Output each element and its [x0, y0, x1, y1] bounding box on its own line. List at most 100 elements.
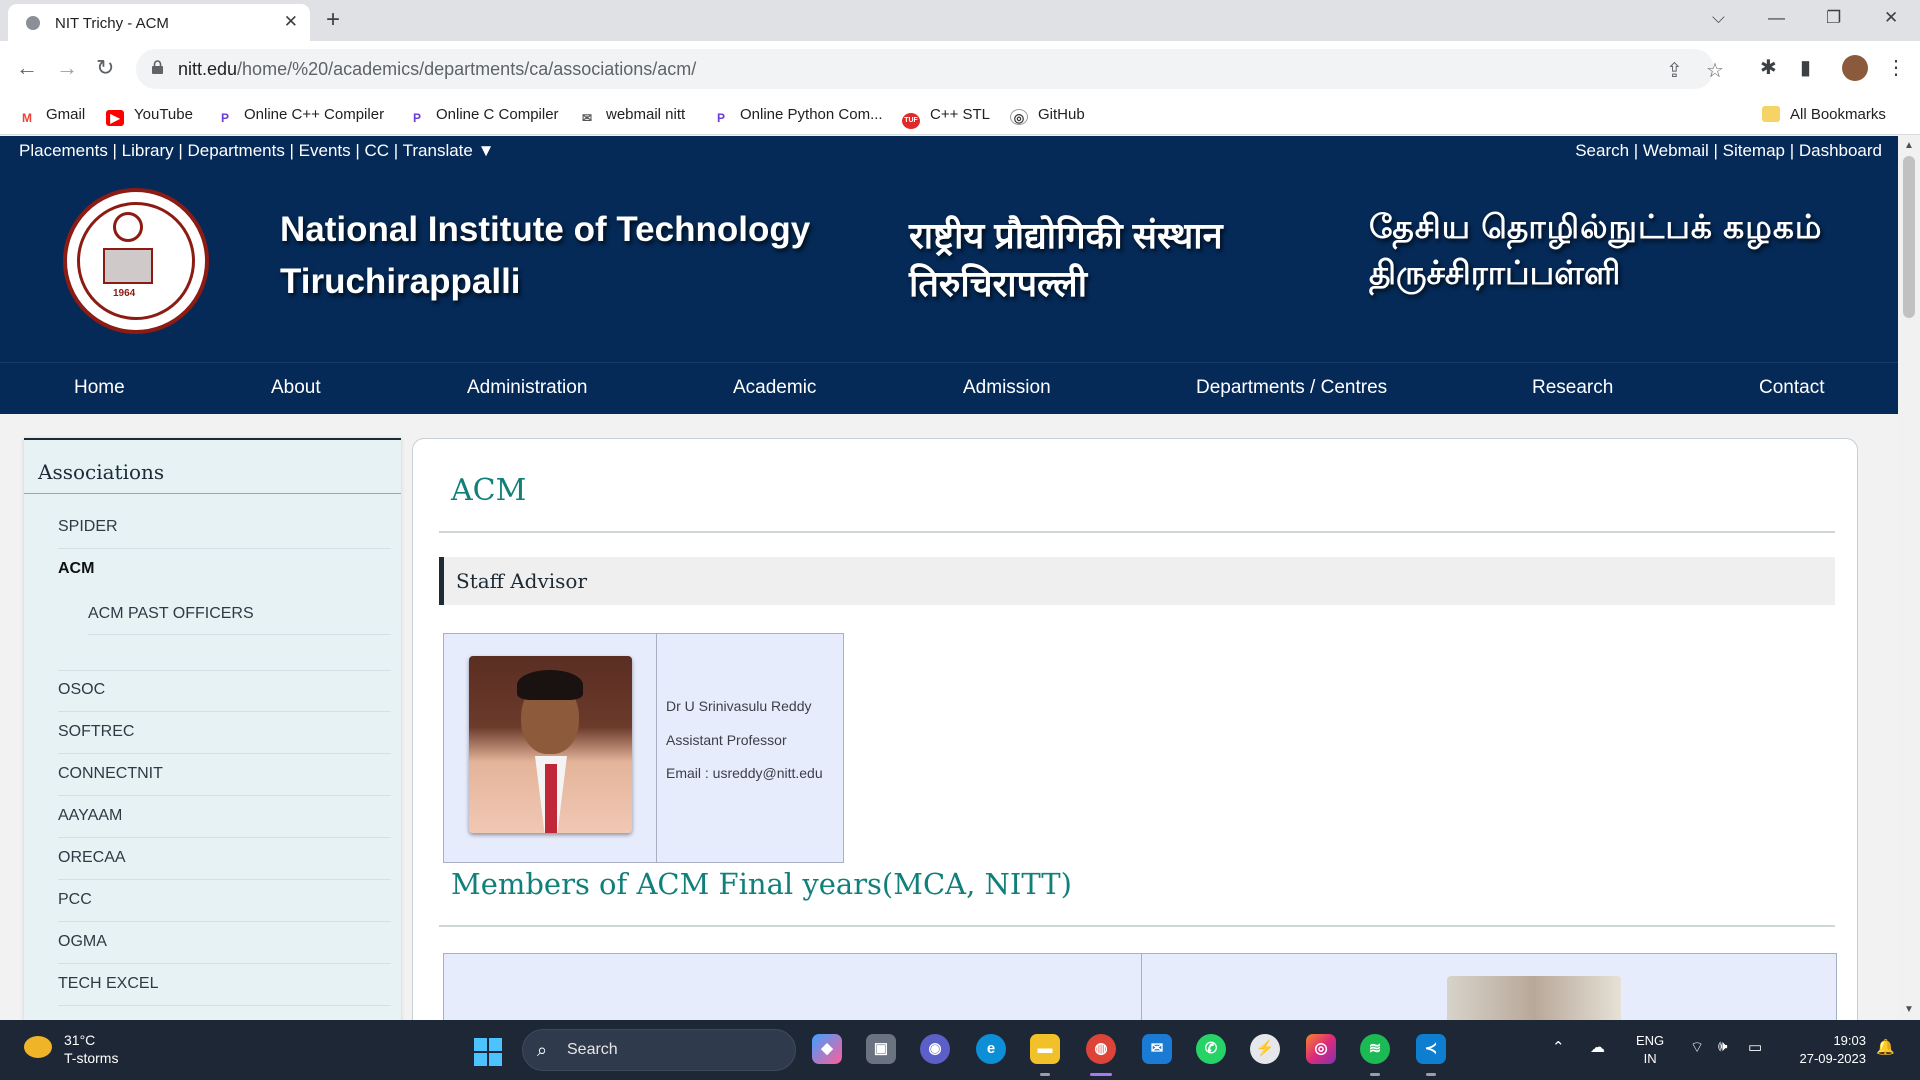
bookmark-webmail-nitt[interactable]: ✉ webmail nitt	[578, 106, 685, 126]
compiler-icon: P	[216, 110, 234, 126]
institute-name-hi-2: तिरुचिरापल्ली	[909, 263, 1088, 304]
browser-tab[interactable]: NIT Trichy - ACM ✕	[8, 4, 310, 41]
copilot-icon[interactable]: ◆	[812, 1034, 842, 1064]
sidebar-item-connectnit[interactable]: CONNECTNIT	[58, 765, 163, 783]
tab-favicon-icon	[26, 16, 40, 30]
content-panel: ACM Staff Advisor Dr U Srinivasulu Reddy…	[412, 438, 1858, 1020]
mail-icon[interactable]: ✉	[1142, 1034, 1172, 1064]
taskbar-search[interactable]: ⌕ Search	[522, 1029, 796, 1071]
bookmark-gmail[interactable]: M Gmail	[18, 106, 85, 126]
sidebar-item-aayaam[interactable]: AAYAAM	[58, 807, 122, 825]
members-heading: Members of ACM Final years(MCA, NITT)	[451, 867, 1072, 901]
address-bar[interactable]: nitt.edu/home/%20/academics/departments/…	[136, 49, 1724, 89]
chrome-icon[interactable]: ◍	[1086, 1034, 1116, 1064]
nav-research[interactable]: Research	[1532, 377, 1613, 399]
nav-departments-centres[interactable]: Departments / Centres	[1196, 377, 1387, 399]
messenger-icon[interactable]: ⚡	[1250, 1034, 1280, 1064]
sidebar-item-spider[interactable]: SPIDER	[58, 518, 118, 536]
nav-home[interactable]: Home	[74, 377, 125, 399]
file-explorer-icon[interactable]: ▬	[1030, 1034, 1060, 1064]
taskbar-search-label: Search	[567, 1041, 618, 1058]
sidebar-item-softrec[interactable]: SOFTREC	[58, 723, 134, 741]
spotify-icon[interactable]: ≋	[1360, 1034, 1390, 1064]
tab-search-chevron-icon[interactable]: ⌵	[1712, 8, 1725, 28]
windows-start-icon[interactable]	[474, 1038, 502, 1066]
site-header: 1964 National Institute of Technology Ti…	[0, 166, 1898, 362]
advisor-designation: Assistant Professor	[666, 732, 787, 748]
page-scrollbar[interactable]: ▲ ▼	[1898, 136, 1920, 1020]
nav-contact[interactable]: Contact	[1759, 377, 1824, 399]
webmail-icon: ✉	[578, 110, 596, 126]
nav-academic[interactable]: Academic	[733, 377, 816, 399]
bookmark-youtube[interactable]: ▶ YouTube	[106, 106, 193, 126]
extensions-icon[interactable]: ✱	[1760, 55, 1777, 80]
nit-seal-logo[interactable]: 1964	[63, 188, 209, 334]
battery-icon[interactable]: ▭	[1748, 1038, 1762, 1056]
wifi-icon[interactable]: ⌔	[1690, 1038, 1704, 1057]
instagram-icon[interactable]: ◎	[1306, 1034, 1336, 1064]
weather-icon	[24, 1036, 52, 1058]
weather-condition: T-storms	[64, 1050, 119, 1066]
nav-about[interactable]: About	[271, 377, 321, 399]
star-icon[interactable]: ☆	[1706, 58, 1724, 83]
sidebar-item-acm-past-officers[interactable]: ACM PAST OFFICERS	[88, 605, 254, 623]
member-photo	[1447, 976, 1621, 1020]
sidebar-item-acm[interactable]: ACM	[58, 560, 94, 578]
advisor-name: Dr U Srinivasulu Reddy	[666, 698, 812, 714]
institute-name-hi-1: राष्ट्रीय प्रौद्योगिकी संस्थान	[909, 215, 1223, 256]
scroll-down-icon[interactable]: ▼	[1904, 1004, 1914, 1015]
bookmark-cpp-stl[interactable]: TUF C++ STL	[902, 106, 990, 129]
sidebar-item-tech-excel[interactable]: TECH EXCEL	[58, 975, 158, 993]
page-title: ACM	[451, 473, 527, 508]
onedrive-icon[interactable]: ☁	[1590, 1038, 1605, 1056]
institute-name-ta-2: திருச்சிராப்பள்ளி	[1369, 254, 1621, 291]
notifications-icon[interactable]: 🔔	[1876, 1038, 1895, 1056]
bookmark-online-c-compiler[interactable]: P Online C Compiler	[408, 106, 559, 126]
staff-advisor-header: Staff Advisor	[439, 557, 1835, 605]
minimize-icon[interactable]: —	[1768, 8, 1785, 28]
nav-admission[interactable]: Admission	[963, 377, 1051, 399]
scrollbar-thumb[interactable]	[1903, 156, 1915, 318]
bookmark-github[interactable]: ◎ GitHub	[1010, 106, 1085, 125]
browser-toolbar: ← → ↻ nitt.edu/home/%20/academics/depart…	[0, 41, 1920, 97]
advisor-email[interactable]: Email : usreddy@nitt.edu	[666, 765, 823, 781]
nav-administration[interactable]: Administration	[467, 377, 587, 399]
edge-icon[interactable]: e	[976, 1034, 1006, 1064]
teams-icon[interactable]: ◉	[920, 1034, 950, 1064]
vscode-icon[interactable]: ≺	[1416, 1034, 1446, 1064]
new-tab-icon[interactable]: +	[326, 6, 340, 34]
language-indicator[interactable]: ENG IN	[1636, 1032, 1664, 1068]
utility-links-left[interactable]: Placements | Library | Departments | Eve…	[19, 141, 494, 161]
bookmark-online-cpp-compiler[interactable]: P Online C++ Compiler	[216, 106, 384, 126]
sidebar-item-pcc[interactable]: PCC	[58, 891, 92, 909]
stl-icon: TUF	[902, 113, 920, 129]
sidebar-item-orecaa[interactable]: ORECAA	[58, 849, 126, 867]
reload-icon[interactable]: ↻	[96, 55, 114, 81]
bookmarks-bar: M Gmail ▶ YouTube P Online C++ Compiler P On…	[0, 97, 1920, 135]
forward-icon[interactable]: →	[56, 55, 78, 81]
restore-icon[interactable]: ❐	[1826, 8, 1841, 28]
url-text: nitt.edu/home/%20/academics/departments/…	[178, 59, 697, 79]
sidebar-item-ogma[interactable]: OGMA	[58, 933, 107, 951]
lock-icon	[152, 60, 163, 74]
utility-links-right[interactable]: Search | Webmail | Sitemap | Dashboard	[1575, 141, 1882, 161]
members-divider	[439, 925, 1835, 927]
close-tab-icon[interactable]: ✕	[284, 12, 298, 32]
windows-taskbar: 31°C T-storms ⌕ Search ◆ ▣ ◉ e ▬ ◍ ✉ ✆ ⚡…	[0, 1020, 1920, 1080]
task-view-icon[interactable]: ▣	[866, 1034, 896, 1064]
bookmark-online-python[interactable]: P Online Python Com...	[712, 106, 883, 126]
volume-icon[interactable]: 🕪	[1718, 1038, 1727, 1055]
sidebar-item-osoc[interactable]: OSOC	[58, 681, 105, 699]
menu-icon[interactable]: ⋮	[1886, 55, 1906, 80]
tab-title: NIT Trichy - ACM	[55, 15, 169, 32]
back-icon[interactable]: ←	[16, 55, 38, 81]
scroll-up-icon[interactable]: ▲	[1904, 140, 1914, 151]
whatsapp-icon[interactable]: ✆	[1196, 1034, 1226, 1064]
show-hidden-icons[interactable]: ⌃	[1552, 1038, 1565, 1056]
side-panel-icon[interactable]: ▮	[1800, 55, 1811, 80]
all-bookmarks[interactable]: All Bookmarks	[1762, 106, 1886, 123]
profile-avatar[interactable]	[1842, 55, 1868, 81]
close-window-icon[interactable]: ✕	[1884, 8, 1898, 28]
share-icon[interactable]: ⇪	[1666, 58, 1683, 83]
system-clock[interactable]: 19:03 27-09-2023	[1786, 1032, 1867, 1068]
